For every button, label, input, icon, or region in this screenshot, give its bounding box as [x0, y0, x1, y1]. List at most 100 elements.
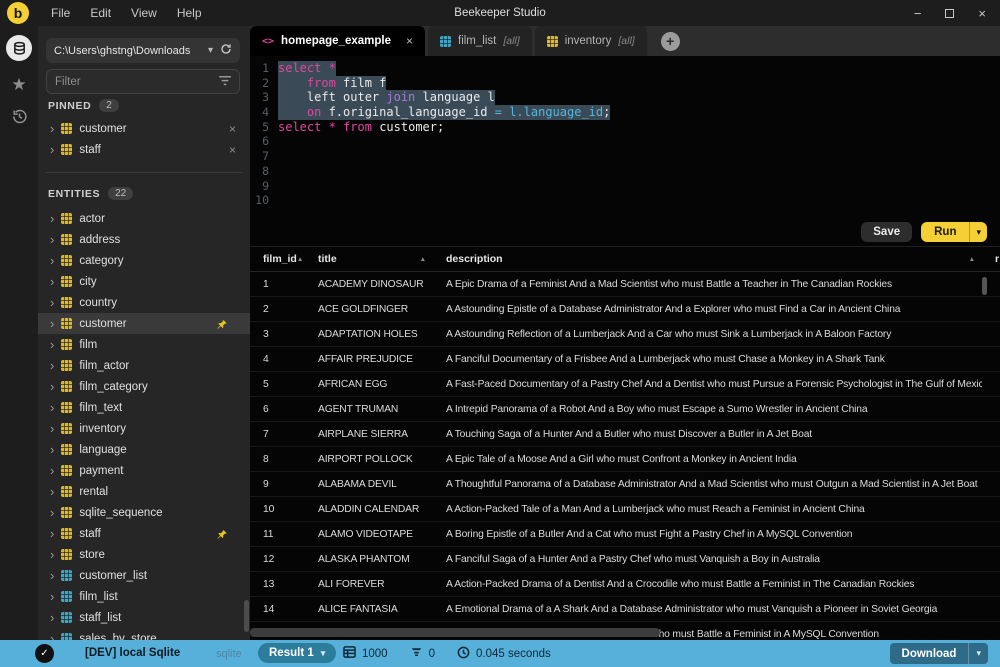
table-row[interactable]: 8AIRPORT POLLOCKA Epic Tale of a Moose A… [250, 447, 1000, 472]
table-row[interactable]: 11ALAMO VIDEOTAPEA Boring Epistle of a B… [250, 522, 1000, 547]
filter-input[interactable] [55, 76, 219, 88]
connection-select[interactable]: C:\Users\ghstng\Downloads ▾ [46, 38, 240, 63]
sort-icon[interactable]: ▲ [969, 256, 975, 263]
sidebar-item-rental[interactable]: ›rental [38, 481, 250, 502]
column-header-clipped[interactable]: r [982, 247, 1000, 271]
save-button[interactable]: Save [861, 222, 912, 242]
table-row[interactable]: 12ALASKA PHANTOMA Fanciful Saga of a Hun… [250, 547, 1000, 572]
menu-view[interactable]: View [121, 6, 167, 20]
chevron-right-icon[interactable]: › [50, 380, 54, 393]
chevron-right-icon[interactable]: › [50, 485, 54, 498]
sidebar-item-actor[interactable]: ›actor [38, 208, 250, 229]
close-icon[interactable]: × [229, 143, 236, 157]
chevron-right-icon[interactable]: › [50, 122, 54, 135]
pinned-item-staff[interactable]: ›staff× [38, 139, 250, 160]
sidebar-item-city[interactable]: ›city [38, 271, 250, 292]
chevron-right-icon[interactable]: › [50, 275, 54, 288]
chevron-right-icon[interactable]: › [50, 569, 54, 582]
chevron-right-icon[interactable]: › [50, 506, 54, 519]
close-window-button[interactable]: × [978, 7, 986, 20]
sidebar-item-inventory[interactable]: ›inventory [38, 418, 250, 439]
chevron-right-icon[interactable]: › [50, 338, 54, 351]
table-row[interactable]: 6AGENT TRUMANA Intrepid Panorama of a Ro… [250, 397, 1000, 422]
sidebar-item-store[interactable]: ›store [38, 544, 250, 565]
table-row[interactable]: 7AIRPLANE SIERRAA Touching Saga of a Hun… [250, 422, 1000, 447]
sidebar-item-film_category[interactable]: ›film_category [38, 376, 250, 397]
chevron-right-icon[interactable]: › [50, 212, 54, 225]
sort-icon[interactable]: ▲ [297, 256, 303, 263]
results-vertical-scrollbar[interactable] [982, 277, 987, 295]
sidebar-item-sales_by_store[interactable]: ›sales_by_store [38, 628, 250, 640]
menu-file[interactable]: File [41, 6, 80, 20]
sidebar-item-address[interactable]: ›address [38, 229, 250, 250]
new-tab-button[interactable]: + [661, 32, 680, 51]
sidebar-item-payment[interactable]: ›payment [38, 460, 250, 481]
close-icon[interactable]: × [406, 34, 413, 48]
table-row[interactable]: 9ALABAMA DEVILA Thoughtful Panorama of a… [250, 472, 1000, 497]
chevron-right-icon[interactable]: › [50, 233, 54, 246]
sidebar-scrollbar[interactable] [244, 600, 249, 632]
column-header-title[interactable]: title ▲ [305, 247, 433, 271]
close-icon[interactable]: × [229, 122, 236, 136]
sidebar-item-film[interactable]: ›film [38, 334, 250, 355]
sidebar-item-category[interactable]: ›category [38, 250, 250, 271]
sql-editor[interactable]: 1select *2 from film f3 left outer join … [250, 56, 1000, 218]
table-row[interactable]: 1ACADEMY DINOSAURA Epic Drama of a Femin… [250, 272, 1000, 297]
sidebar-item-staff[interactable]: ›staff [38, 523, 250, 544]
download-options-caret[interactable]: ▾ [968, 643, 988, 664]
result-select[interactable]: Result 1 ▾ [258, 643, 336, 663]
pin-icon[interactable] [216, 528, 228, 540]
sidebar-item-language[interactable]: ›language [38, 439, 250, 460]
chevron-right-icon[interactable]: › [50, 296, 54, 309]
pin-icon[interactable] [216, 318, 228, 330]
run-options-caret[interactable]: ▾ [969, 222, 987, 242]
sidebar-item-customer[interactable]: ›customer [38, 313, 250, 334]
sidebar-item-film_actor[interactable]: ›film_actor [38, 355, 250, 376]
tab-film-list[interactable]: film_list [all] [428, 26, 532, 56]
table-row[interactable]: 4AFFAIR PREJUDICEA Fanciful Documentary … [250, 347, 1000, 372]
sidebar-item-customer_list[interactable]: ›customer_list [38, 565, 250, 586]
database-connection-icon[interactable] [6, 35, 32, 61]
table-row[interactable]: 5AFRICAN EGGA Fast-Paced Documentary of … [250, 372, 1000, 397]
run-button[interactable]: Run [921, 222, 969, 242]
chevron-right-icon[interactable]: › [50, 422, 54, 435]
chevron-right-icon[interactable]: › [50, 359, 54, 372]
refresh-icon[interactable] [220, 42, 232, 60]
maximize-button[interactable] [945, 7, 954, 20]
entities-section-header[interactable]: ENTITIES 22 [38, 187, 250, 200]
chevron-right-icon[interactable]: › [50, 254, 54, 267]
chevron-right-icon[interactable]: › [50, 527, 54, 540]
column-header-description[interactable]: description ▲ [433, 247, 982, 271]
filter-icon[interactable] [219, 73, 231, 91]
history-icon[interactable] [11, 108, 28, 130]
table-row[interactable]: 2ACE GOLDFINGERA Astounding Epistle of a… [250, 297, 1000, 322]
sidebar-item-film_text[interactable]: ›film_text [38, 397, 250, 418]
pinned-item-customer[interactable]: ›customer× [38, 118, 250, 139]
chevron-right-icon[interactable]: › [50, 464, 54, 477]
tab-homepage-example[interactable]: <> homepage_example × [250, 26, 425, 56]
menu-edit[interactable]: Edit [80, 6, 121, 20]
sidebar-item-staff_list[interactable]: ›staff_list [38, 607, 250, 628]
chevron-right-icon[interactable]: › [50, 590, 54, 603]
table-row[interactable]: 14ALICE FANTASIAA Emotional Drama of a A… [250, 597, 1000, 622]
table-row[interactable]: 13ALI FOREVERA Action-Packed Drama of a … [250, 572, 1000, 597]
download-button[interactable]: Download [890, 643, 969, 664]
connection-name[interactable]: [DEV] local Sqlite [85, 647, 180, 659]
results-horizontal-scrollbar[interactable] [250, 628, 660, 637]
column-header-film-id[interactable]: film_id ▲ [250, 247, 305, 271]
chevron-right-icon[interactable]: › [50, 611, 54, 624]
sort-icon[interactable]: ▲ [420, 256, 426, 263]
sidebar-item-country[interactable]: ›country [38, 292, 250, 313]
chevron-right-icon[interactable]: › [50, 143, 54, 156]
table-row[interactable]: 3ADAPTATION HOLESA Astounding Reflection… [250, 322, 1000, 347]
pinned-section-header[interactable]: PINNED 2 [38, 99, 250, 112]
chevron-right-icon[interactable]: › [50, 443, 54, 456]
table-row[interactable]: 10ALADDIN CALENDARA Action-Packed Tale o… [250, 497, 1000, 522]
chevron-right-icon[interactable]: › [50, 548, 54, 561]
chevron-right-icon[interactable]: › [50, 401, 54, 414]
menu-help[interactable]: Help [167, 6, 212, 20]
chevron-right-icon[interactable]: › [50, 317, 54, 330]
minimize-button[interactable]: − [914, 7, 922, 20]
sidebar-item-film_list[interactable]: ›film_list [38, 586, 250, 607]
tab-inventory[interactable]: inventory [all] [535, 26, 647, 56]
